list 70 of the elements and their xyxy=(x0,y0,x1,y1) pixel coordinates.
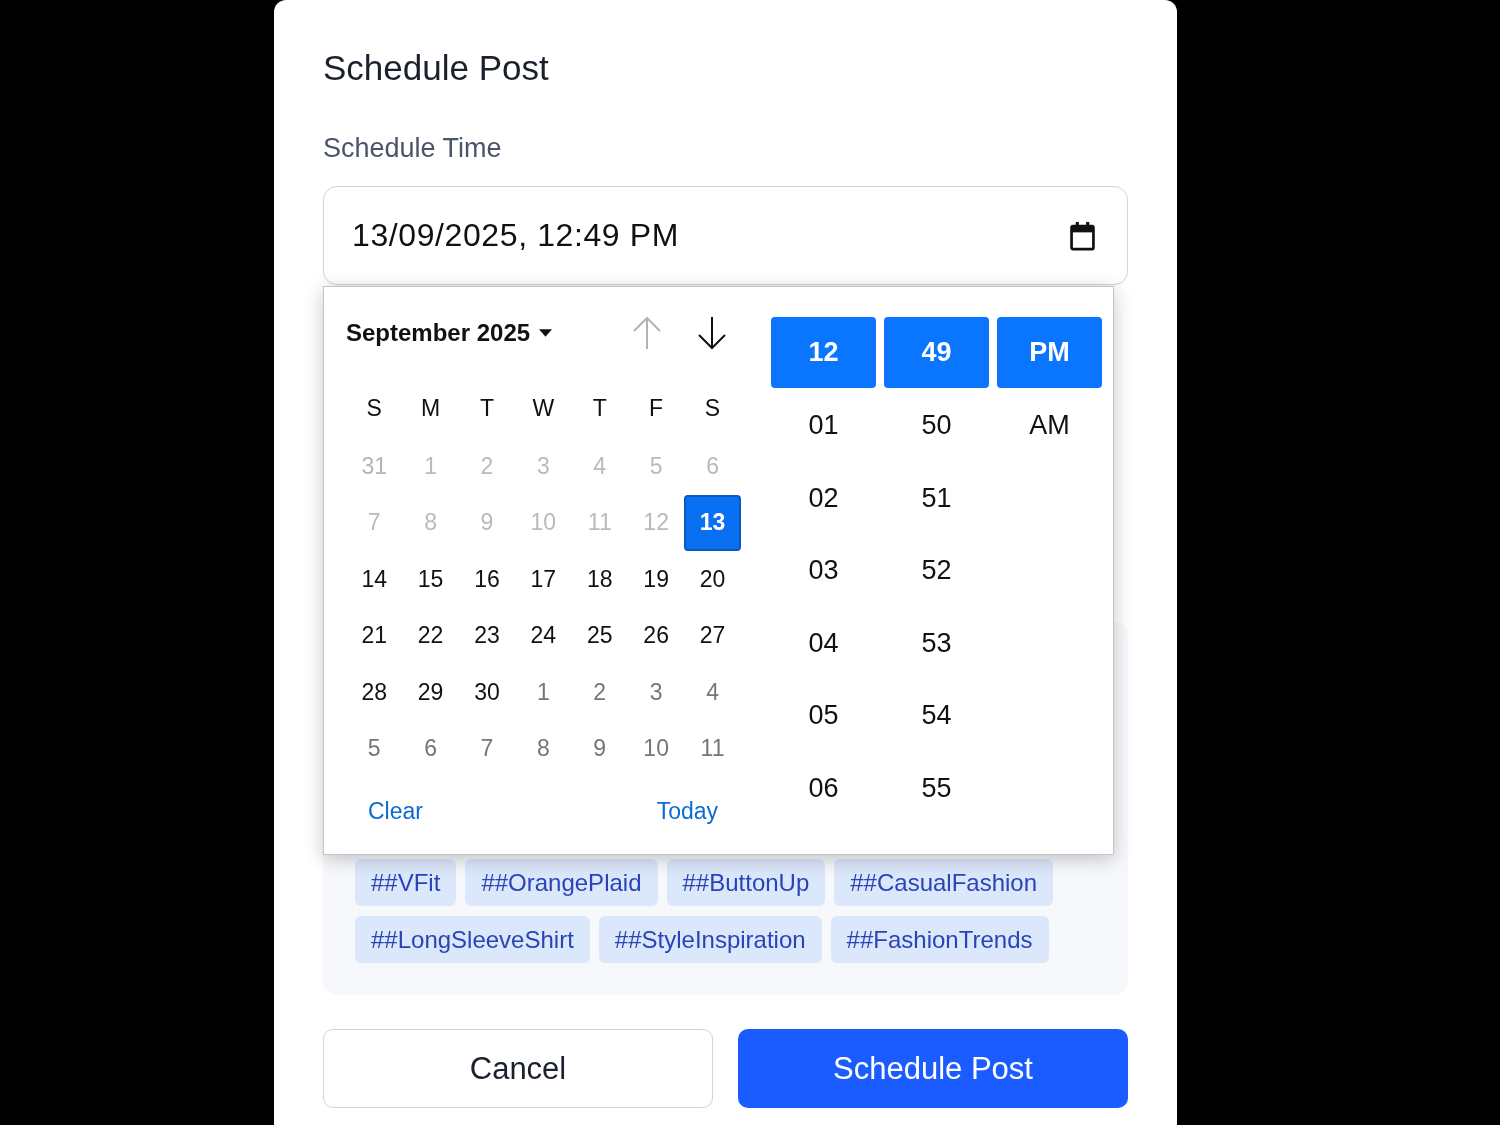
dialog-title: Schedule Post xyxy=(323,47,550,89)
clear-button[interactable]: Clear xyxy=(368,797,423,825)
calendar-day[interactable]: 18 xyxy=(586,565,613,593)
calendar-day[interactable]: 17 xyxy=(530,565,557,593)
hashtag-chip: ##CasualFashion xyxy=(834,859,1054,906)
calendar-day[interactable]: 26 xyxy=(643,622,669,650)
calendar-day[interactable]: 22 xyxy=(417,622,444,650)
weekday-label: F xyxy=(649,394,664,422)
calendar-day[interactable]: 4 xyxy=(706,678,719,706)
cancel-button[interactable]: Cancel xyxy=(323,1029,713,1108)
calendar-day[interactable]: 30 xyxy=(474,678,500,706)
calendar-day[interactable]: 24 xyxy=(530,622,557,650)
time-option[interactable]: 54 xyxy=(884,679,989,752)
weekday-label: S xyxy=(704,394,721,422)
calendar-day[interactable]: 29 xyxy=(417,678,444,706)
time-option[interactable]: 05 xyxy=(771,679,876,752)
calendar-day[interactable]: 27 xyxy=(699,622,726,650)
time-option[interactable]: 04 xyxy=(771,607,876,680)
weekday-label: T xyxy=(479,394,494,422)
calendar-day[interactable]: 28 xyxy=(361,678,387,706)
calendar-day[interactable]: 25 xyxy=(586,622,613,650)
calendar-icon[interactable] xyxy=(1070,220,1095,251)
time-option[interactable]: 03 xyxy=(771,534,876,607)
weekday-label: S xyxy=(366,394,382,422)
today-button[interactable]: Today xyxy=(656,797,718,825)
calendar-day[interactable]: 7 xyxy=(480,735,494,763)
hashtag-chip: ##StyleInspiration xyxy=(598,916,822,963)
calendar-day[interactable]: 14 xyxy=(361,565,387,593)
weekday-label: T xyxy=(592,394,607,422)
calendar-day[interactable]: 11 xyxy=(700,735,725,763)
hashtag-chip: ##FashionTrends xyxy=(830,916,1049,963)
time-option[interactable]: 12 xyxy=(771,317,876,388)
down-arrow-icon[interactable] xyxy=(696,316,728,350)
calendar-day[interactable]: 3 xyxy=(649,678,663,706)
calendar-day[interactable]: 16 xyxy=(474,565,500,593)
weekday-label: M xyxy=(421,394,441,422)
calendar-day[interactable]: 20 xyxy=(699,565,726,593)
time-option[interactable]: PM xyxy=(997,317,1102,388)
time-option[interactable]: 52 xyxy=(884,534,989,607)
time-option[interactable]: AM xyxy=(997,389,1102,462)
time-option[interactable]: 02 xyxy=(771,462,876,535)
time-option[interactable]: 49 xyxy=(884,317,989,388)
time-option[interactable]: 53 xyxy=(884,607,989,680)
calendar-day[interactable]: 5 xyxy=(367,735,381,763)
schedule-post-button[interactable]: Schedule Post xyxy=(738,1029,1128,1108)
time-option[interactable]: 01 xyxy=(771,389,876,462)
hashtag-chip: ##VFit xyxy=(355,859,457,906)
calendar-day[interactable]: 23 xyxy=(474,622,500,650)
hashtag-chip: ##ButtonUp xyxy=(666,859,826,906)
hashtag-chip: ##OrangePlaid xyxy=(465,859,658,906)
caret-icon xyxy=(539,329,553,337)
calendar-day[interactable]: 8 xyxy=(536,735,550,763)
time-option[interactable]: 50 xyxy=(884,389,989,462)
calendar-day[interactable]: 1 xyxy=(536,678,550,706)
calendar-day[interactable]: 13 xyxy=(684,494,741,551)
time-option[interactable]: 51 xyxy=(884,462,989,535)
calendar-day[interactable]: 9 xyxy=(593,735,607,763)
calendar-day[interactable]: 2 xyxy=(593,678,607,706)
date-time-field[interactable]: 13/09/2025, 12:49 PM xyxy=(323,186,1128,285)
calendar-day[interactable]: 21 xyxy=(361,622,387,650)
hashtag-chip: ##LongSleeveShirt xyxy=(355,916,590,963)
weekday-label: W xyxy=(532,394,555,422)
time-option[interactable]: 06 xyxy=(771,752,876,825)
calendar-day[interactable]: 6 xyxy=(424,735,437,763)
calendar-day[interactable]: 15 xyxy=(417,565,444,593)
time-option[interactable]: 55 xyxy=(884,752,989,825)
calendar-day[interactable]: 10 xyxy=(643,735,669,763)
month-dropdown[interactable]: September 2025 xyxy=(346,319,553,347)
calendar-day[interactable]: 19 xyxy=(643,565,669,593)
field-label: Schedule Time xyxy=(323,132,503,164)
